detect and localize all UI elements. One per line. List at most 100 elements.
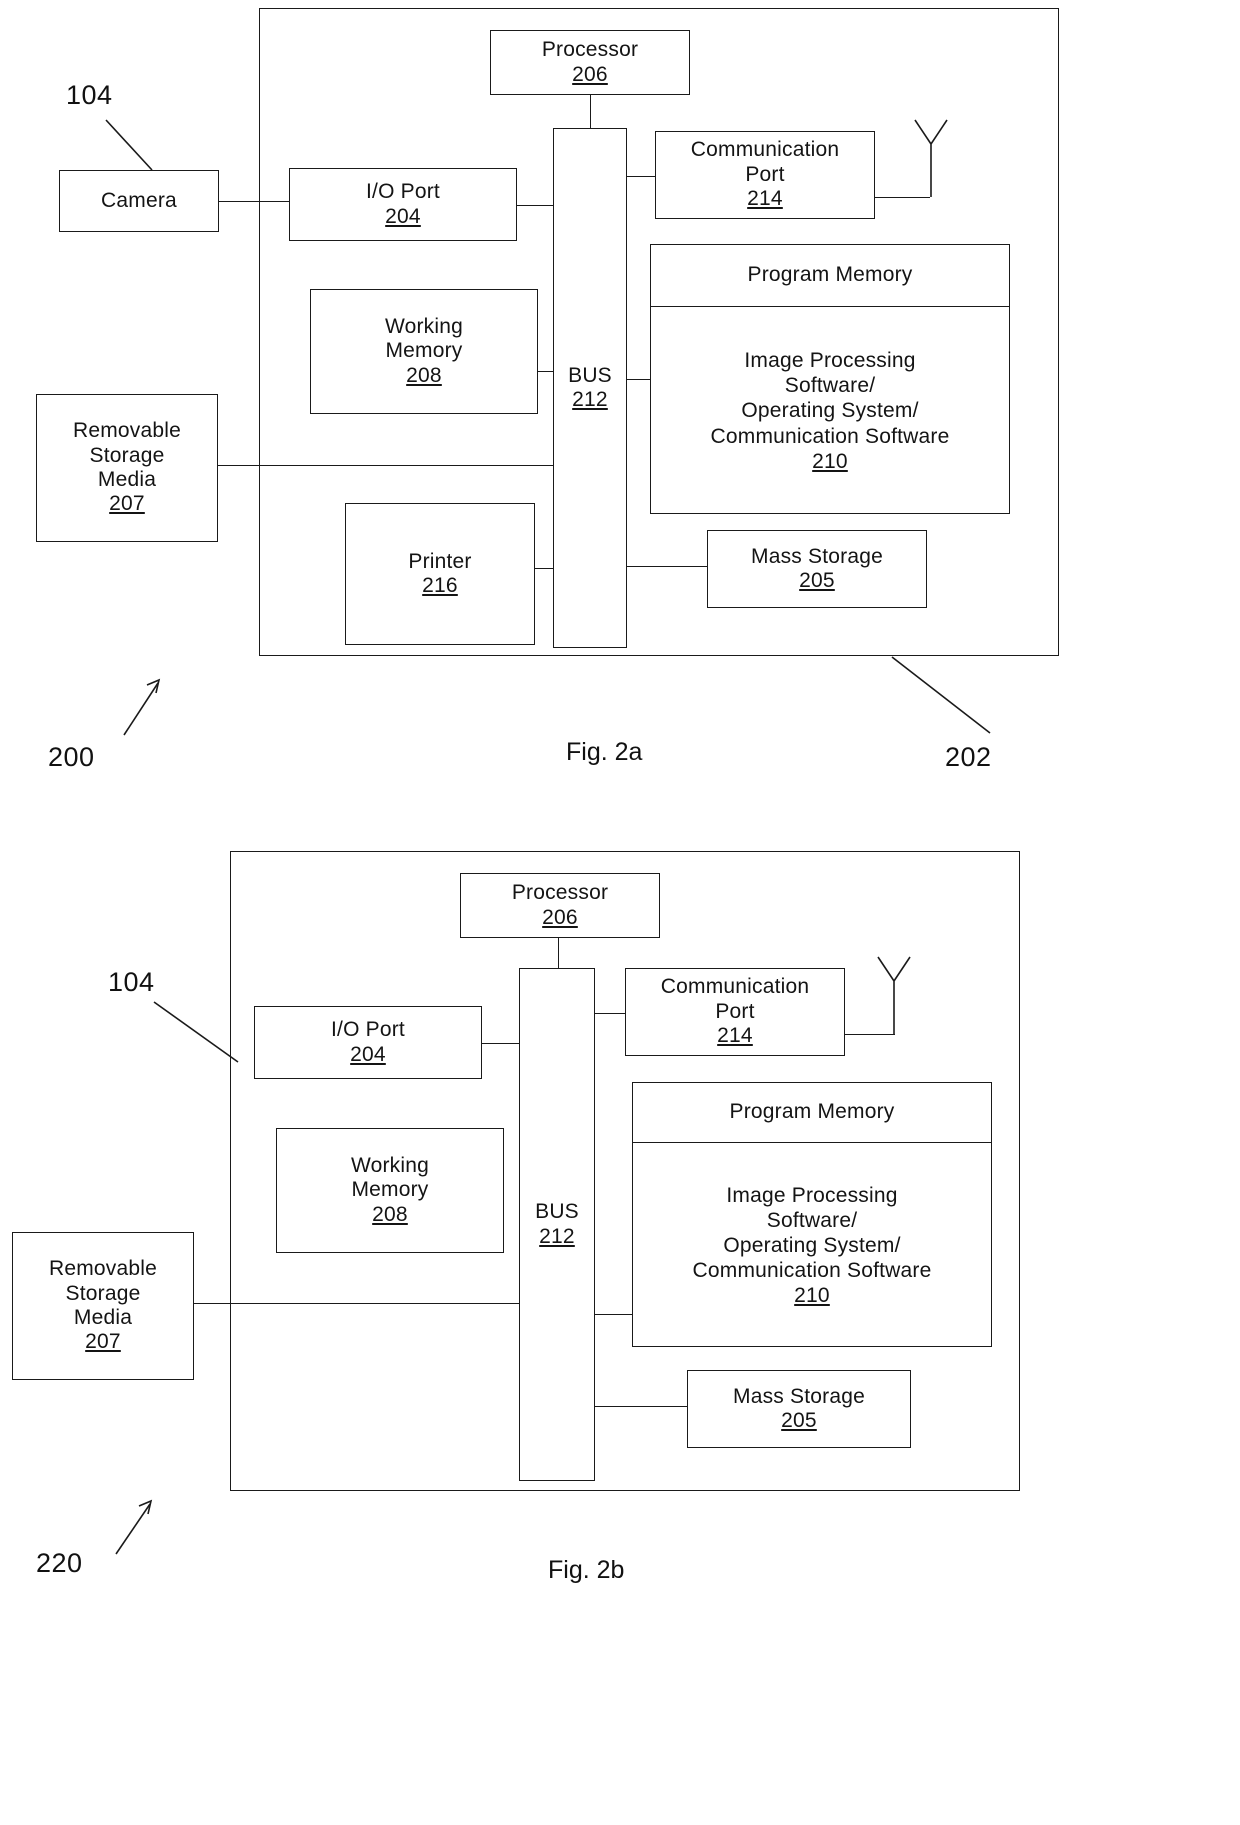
block-bus-label: BUS — [568, 363, 612, 387]
leader-arrow-200 — [123, 678, 161, 736]
block-program-memory-body: Image Processing Software/ Operating Sys… — [651, 307, 1009, 515]
block-working-memory-number-fig2b: 208 — [372, 1202, 408, 1226]
block-program-memory-line4: Communication Software — [710, 424, 950, 448]
connector-bus-to-program-memory — [627, 379, 650, 380]
block-communication-port-label-line1-fig2b: Communication — [660, 975, 810, 999]
block-mass-storage-label-fig2b: Mass Storage — [733, 1384, 865, 1408]
block-removable-storage-media-fig2b: Removable Storage Media 207 — [12, 1232, 194, 1380]
block-program-memory-line1-fig2b: Image Processing — [726, 1183, 898, 1207]
block-mass-storage-label: Mass Storage — [751, 544, 883, 568]
block-bus: BUS 212 — [553, 128, 627, 648]
block-program-memory-title-fig2b: Program Memory — [729, 1100, 895, 1124]
block-communication-port-number: 214 — [747, 187, 783, 211]
connector-processor-to-bus — [590, 95, 591, 128]
figure-caption-2a: Fig. 2a — [566, 738, 643, 766]
block-removable-storage-label-line3-fig2b: Media — [73, 1306, 133, 1329]
connector-removable-storage-to-bus-fig2b — [194, 1303, 519, 1304]
antenna-icon — [914, 119, 948, 197]
block-removable-storage-label-line1: Removable — [72, 419, 182, 443]
figure-caption-2b: Fig. 2b — [548, 1556, 625, 1584]
reference-numeral-220: 220 — [36, 1548, 83, 1578]
block-working-memory-label-line2-fig2b: Memory — [351, 1178, 429, 1202]
block-program-memory-line2: Software/ — [784, 374, 876, 398]
reference-numeral-104-fig2b: 104 — [108, 967, 155, 997]
block-processor-label: Processor — [541, 38, 639, 62]
block-communication-port-fig2b: Communication Port 214 — [625, 968, 845, 1056]
block-bus-fig2b: BUS 212 — [519, 968, 595, 1481]
block-program-memory-body-fig2b: Image Processing Software/ Operating Sys… — [633, 1143, 991, 1348]
block-working-memory-label-line2: Memory — [385, 339, 463, 363]
block-removable-storage-media: Removable Storage Media 207 — [36, 394, 218, 542]
block-mass-storage-number-fig2b: 205 — [781, 1409, 817, 1432]
block-processor-number-fig2b: 206 — [542, 905, 578, 929]
block-io-port-label: I/O Port — [366, 180, 440, 204]
block-removable-storage-label-line2-fig2b: Storage — [65, 1281, 141, 1305]
block-camera-label: Camera — [101, 188, 177, 212]
block-working-memory-fig2b: Working Memory 208 — [276, 1128, 504, 1253]
block-program-memory-line2-fig2b: Software/ — [766, 1208, 858, 1232]
block-mass-storage-number: 205 — [799, 569, 835, 592]
connector-bus-to-communication-port-fig2b — [595, 1013, 625, 1014]
block-working-memory: Working Memory 208 — [310, 289, 538, 414]
block-communication-port: Communication Port 214 — [655, 131, 875, 219]
leader-arrow-220 — [115, 1499, 153, 1555]
block-camera: Camera — [59, 170, 219, 232]
block-program-memory-fig2b: Program Memory Image Processing Software… — [632, 1082, 992, 1347]
block-bus-number: 212 — [572, 388, 608, 411]
block-io-port: I/O Port 204 — [289, 168, 517, 241]
block-io-port-number: 204 — [385, 204, 421, 228]
connector-bus-to-mass-storage — [627, 566, 707, 567]
connector-bus-to-communication-port — [627, 176, 655, 177]
block-bus-label-fig2b: BUS — [535, 1200, 579, 1224]
connector-bus-to-program-memory-fig2b — [595, 1314, 632, 1315]
block-processor-label-fig2b: Processor — [511, 881, 609, 905]
reference-numeral-200: 200 — [48, 742, 95, 772]
leader-line-104 — [105, 119, 153, 171]
block-printer: Printer 216 — [345, 503, 535, 645]
block-program-memory-title-row-fig2b: Program Memory — [633, 1083, 991, 1143]
block-program-memory-number: 210 — [812, 449, 848, 473]
block-removable-storage-label-line2: Storage — [89, 443, 165, 467]
block-program-memory-title-row: Program Memory — [651, 245, 1009, 307]
block-program-memory-line4-fig2b: Communication Software — [692, 1259, 932, 1283]
reference-numeral-104: 104 — [66, 80, 113, 110]
connector-removable-storage-to-bus — [218, 465, 553, 466]
block-processor: Processor 206 — [490, 30, 690, 95]
block-io-port-label-fig2b: I/O Port — [331, 1018, 405, 1042]
block-mass-storage: Mass Storage 205 — [707, 530, 927, 608]
block-processor-fig2b: Processor 206 — [460, 873, 660, 938]
block-program-memory-line3: Operating System/ — [741, 399, 919, 423]
block-working-memory-label-line1-fig2b: Working — [350, 1153, 430, 1177]
block-io-port-number-fig2b: 204 — [350, 1042, 386, 1066]
connector-bus-to-mass-storage-fig2b — [595, 1406, 687, 1407]
block-removable-storage-number: 207 — [109, 492, 145, 516]
block-removable-storage-label-line1-fig2b: Removable — [48, 1257, 158, 1281]
antenna-icon-fig2b — [877, 956, 911, 1034]
block-working-memory-number: 208 — [406, 363, 442, 387]
block-processor-number: 206 — [572, 62, 608, 86]
block-program-memory-line3-fig2b: Operating System/ — [723, 1233, 901, 1257]
block-program-memory-title: Program Memory — [747, 263, 913, 287]
block-removable-storage-number-fig2b: 207 — [85, 1330, 121, 1354]
block-communication-port-number-fig2b: 214 — [717, 1024, 753, 1048]
block-program-memory-number-fig2b: 210 — [794, 1284, 830, 1308]
block-communication-port-label-line2-fig2b: Port — [715, 999, 755, 1023]
block-program-memory-line1: Image Processing — [744, 349, 916, 373]
block-working-memory-label-line1: Working — [384, 314, 464, 338]
connector-processor-to-bus-fig2b — [558, 938, 559, 968]
block-printer-label: Printer — [408, 549, 472, 573]
block-mass-storage-fig2b: Mass Storage 205 — [687, 1370, 911, 1448]
connector-camera-to-io-port — [219, 201, 289, 202]
reference-numeral-202: 202 — [945, 742, 992, 772]
block-printer-number: 216 — [422, 574, 458, 597]
block-bus-number-fig2b: 212 — [539, 1224, 575, 1248]
block-communication-port-label-line1: Communication — [690, 138, 840, 162]
connector-io-port-to-bus-fig2b — [482, 1043, 519, 1044]
block-io-port-fig2b: I/O Port 204 — [254, 1006, 482, 1079]
connector-working-memory-to-bus — [538, 371, 553, 372]
leader-line-104-fig2b — [153, 1001, 239, 1063]
connector-io-port-to-bus — [517, 205, 553, 206]
connector-printer-to-bus — [535, 568, 553, 569]
leader-line-202 — [891, 656, 991, 734]
block-program-memory: Program Memory Image Processing Software… — [650, 244, 1010, 514]
